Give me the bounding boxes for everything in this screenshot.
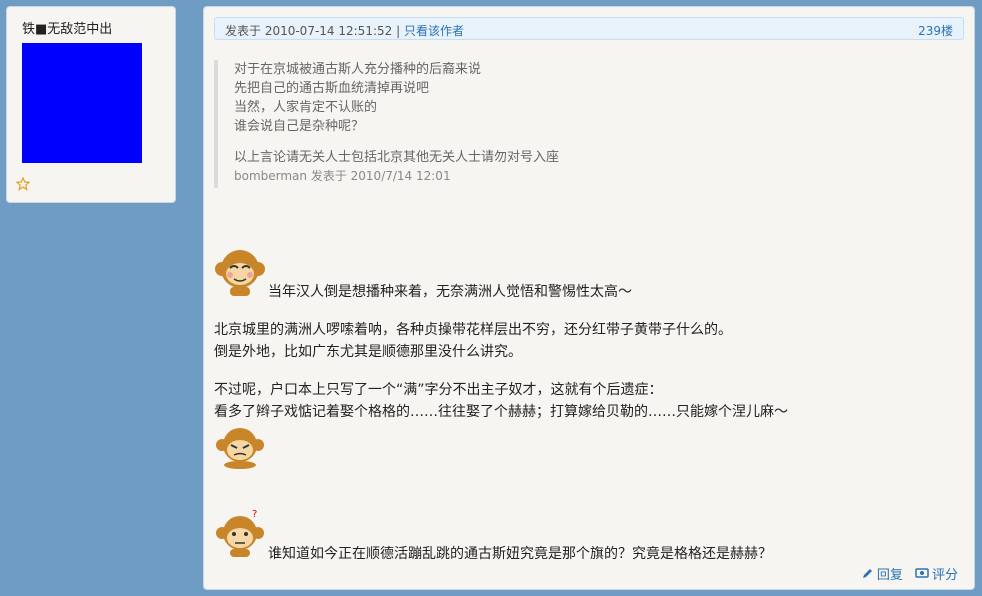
- post-header: 发表于 2010-07-14 12:51:52 | 只看该作者 239楼: [214, 17, 964, 40]
- user-card: 铁■无敌范中出: [6, 6, 176, 203]
- post-text: 当年汉人倒是想播种来着，无奈满洲人觉悟和警惕性太高～: [268, 284, 632, 300]
- reply-label: 回复: [876, 567, 903, 583]
- rate-icon: [915, 568, 929, 578]
- monkey-emoticon-icon: [215, 250, 265, 296]
- post-date: 发表于 2010-07-14 12:51:52 |: [225, 24, 404, 38]
- reply-button[interactable]: 回复: [862, 564, 903, 583]
- avatar[interactable]: [22, 43, 142, 163]
- post-text: 看多了辫子戏惦记着娶个格格的……往往娶了个赫赫；打算嫁给贝勒的……只能嫁个涅儿麻…: [214, 404, 788, 420]
- quote-line: 先把自己的通古斯血统清掉再说吧: [234, 81, 430, 96]
- rate-label: 评分: [931, 567, 958, 583]
- post-text: 倒是外地，比如广东尤其是顺德那里没什么讲究。: [214, 344, 522, 360]
- star-outline-icon[interactable]: [16, 177, 30, 191]
- post-text: 北京城里的满洲人啰嗦着呐，各种贞操带花样层出不穷，还分红带子黄带子什么的。: [214, 322, 732, 338]
- only-author-link[interactable]: 只看该作者: [404, 24, 464, 38]
- quote-signature: bomberman 发表于 2010/7/14 12:01: [234, 169, 451, 183]
- post-footer: 回复 评分: [854, 564, 958, 584]
- quote-line: 谁会说自己是杂种呢？: [234, 119, 365, 134]
- quote-block: 对于在京城被通古斯人充分播种的后裔来说 先把自己的通古斯血统清掉再说吧 当然，人…: [214, 60, 814, 188]
- quote-line: 当然，人家肯定不认账的: [234, 100, 378, 115]
- svg-text:?: ?: [252, 509, 257, 520]
- rate-button[interactable]: 评分: [915, 564, 958, 583]
- quote-note: 以上言论请无关人士包括北京其他无关人士请勿对号入座: [234, 150, 560, 165]
- post-text: 不过呢，户口本上只写了一个“满”字分不出主子奴才，这就有个后遗症：: [214, 382, 663, 398]
- post: 发表于 2010-07-14 12:51:52 | 只看该作者 239楼 对于在…: [203, 6, 975, 590]
- post-text: 谁知道如今正在顺德活蹦乱跳的通古斯妞究竟是那个旗的？究竟是格格还是赫赫？: [268, 546, 772, 562]
- monkey-emoticon-icon: [216, 428, 264, 469]
- pencil-icon: [862, 569, 872, 578]
- floor-number[interactable]: 239楼: [918, 22, 953, 39]
- quote-line: 对于在京城被通古斯人充分播种的后裔来说: [234, 62, 482, 77]
- monkey-confused-emoticon-icon: ?: [216, 509, 264, 557]
- username[interactable]: 铁■无敌范中出: [22, 18, 112, 37]
